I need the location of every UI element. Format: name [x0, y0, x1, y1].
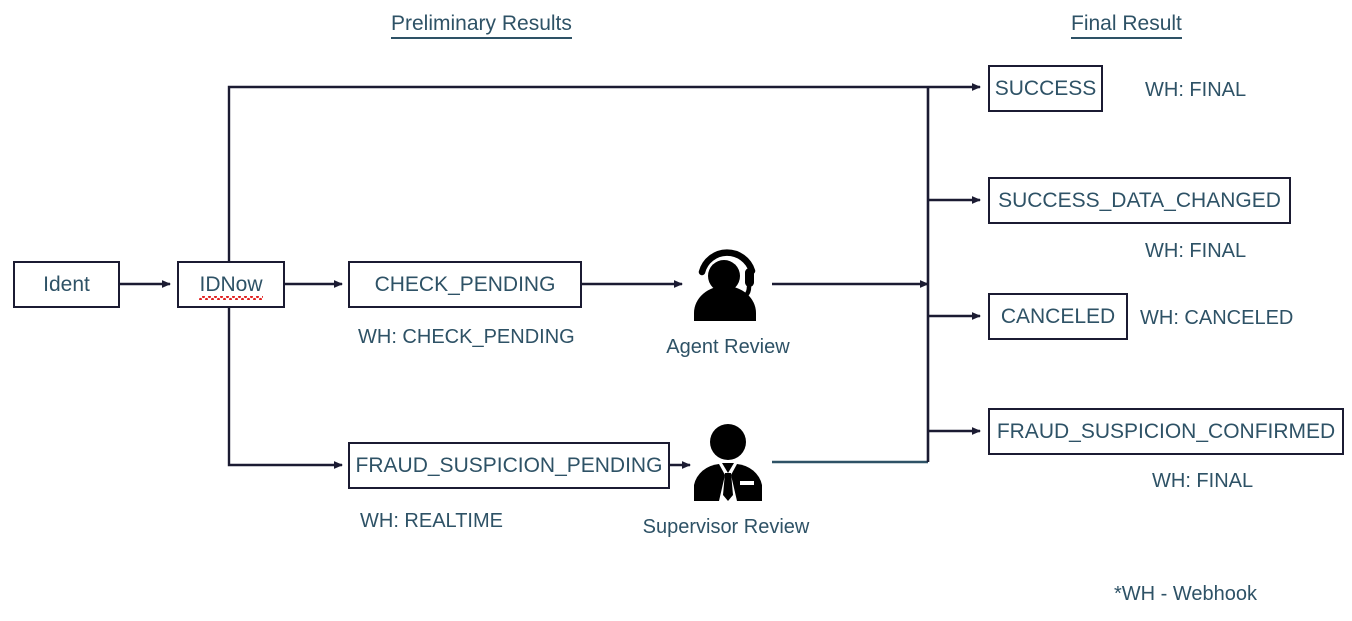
supervisor-review-icon-wrap: [692, 423, 764, 501]
node-idnow-label: IDNow: [199, 273, 263, 300]
node-check-pending[interactable]: CHECK_PENDING: [348, 261, 582, 308]
webhook-label-check-pending: WH: CHECK_PENDING: [358, 326, 575, 348]
webhook-label-fraud-confirmed: WH: FINAL: [1152, 470, 1254, 492]
section-header-final: Final Result: [1071, 12, 1182, 40]
supervisor-review-label: Supervisor Review: [642, 516, 810, 538]
webhook-label-success: WH: FINAL: [1145, 79, 1247, 101]
agent-review-icon-wrap: [686, 243, 770, 321]
agent-review-label: Agent Review: [666, 336, 790, 358]
edge-idnow-to-success-direct: [227, 85, 928, 261]
node-success[interactable]: SUCCESS: [988, 65, 1103, 112]
agent-headset-icon: [694, 249, 756, 321]
section-header-preliminary: Preliminary Results: [391, 12, 572, 40]
webhook-label-realtime: WH: REALTIME: [360, 510, 503, 532]
footnote-webhook-legend: *WH - Webhook: [1114, 583, 1258, 605]
flowchart-canvas: Preliminary Results Final Result Ident I…: [0, 0, 1352, 621]
webhook-label-canceled: WH: CANCELED: [1140, 307, 1294, 329]
edge-idnow-to-fraud-pending: [227, 307, 343, 469]
node-success-data-changed[interactable]: SUCCESS_DATA_CHANGED: [988, 177, 1291, 224]
node-idnow[interactable]: IDNow: [177, 261, 285, 308]
node-ident[interactable]: Ident: [13, 261, 120, 308]
webhook-label-success-data-changed: WH: FINAL: [1145, 240, 1247, 262]
node-fraud-suspicion-pending[interactable]: FRAUD_SUSPICION_PENDING: [348, 442, 670, 489]
supervisor-suit-icon: [694, 424, 762, 501]
node-canceled[interactable]: CANCELED: [988, 293, 1128, 340]
node-fraud-suspicion-confirmed[interactable]: FRAUD_SUSPICION_CONFIRMED: [988, 408, 1344, 455]
